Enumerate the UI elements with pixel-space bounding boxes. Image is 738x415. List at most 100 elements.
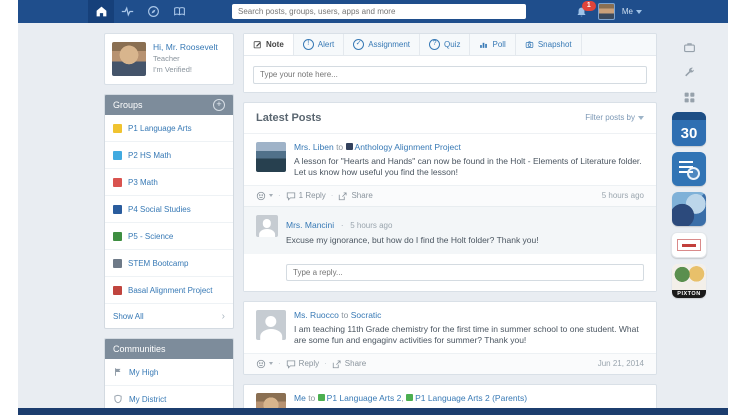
- bottom-edge-strip: [18, 408, 728, 415]
- home-nav-button[interactable]: [88, 0, 114, 23]
- smiley-icon: [256, 359, 266, 369]
- group-color-swatch: [113, 205, 122, 214]
- share-button[interactable]: Share: [332, 359, 366, 369]
- chevron-right-icon: [222, 311, 225, 322]
- reply-author-avatar[interactable]: [256, 215, 278, 237]
- home-icon: [95, 5, 108, 18]
- post-author-avatar[interactable]: [256, 310, 286, 340]
- post-timestamp: 5 hours ago: [602, 191, 644, 200]
- profile-card[interactable]: Hi, Mr. Roosevelt Teacher I'm Verified!: [104, 33, 234, 85]
- briefcase-icon: [683, 41, 696, 54]
- school-flag-icon: [113, 367, 123, 377]
- post: Ms. Ruocco to Socratic I am teaching 11t…: [244, 302, 656, 353]
- post-body: I am teaching 11th Grade chemistry for t…: [294, 324, 644, 347]
- group-color-swatch: [113, 151, 122, 160]
- reply-text-input[interactable]: [286, 264, 644, 281]
- user-avatar[interactable]: [598, 3, 615, 20]
- tab-alert[interactable]: Alert: [294, 34, 344, 55]
- group-item[interactable]: STEM Bootcamp: [105, 250, 233, 277]
- chevron-down-icon: [269, 362, 273, 365]
- reply-author-link[interactable]: Mrs. Mancini: [286, 220, 334, 230]
- community-item-my-high[interactable]: My High: [105, 359, 233, 386]
- post-author-link[interactable]: Mrs. Liben: [294, 142, 334, 152]
- reply-button[interactable]: 1 Reply: [286, 191, 326, 201]
- tab-note[interactable]: Note: [244, 34, 294, 55]
- app-window: 1 Me Hi, Mr. Roosevelt Teacher I'm Verif…: [18, 0, 728, 415]
- primary-nav: [88, 0, 192, 23]
- group-label: P3 Math: [128, 178, 158, 187]
- community-label: My District: [129, 395, 166, 404]
- reaction-button[interactable]: [256, 191, 273, 201]
- top-navbar: 1 Me: [18, 0, 728, 23]
- reaction-button[interactable]: [256, 359, 273, 369]
- quiz-question-icon: [429, 39, 440, 50]
- group-item[interactable]: P1 Language Arts: [105, 115, 233, 142]
- backpack-button[interactable]: [679, 37, 699, 57]
- add-group-button[interactable]: [213, 99, 225, 111]
- book-icon: [173, 5, 186, 18]
- note-pencil-icon: [253, 40, 262, 49]
- post-reply: Mrs. Mancini · 5 hours ago Excuse my ign…: [244, 206, 656, 254]
- group-color-swatch: [113, 232, 122, 241]
- library-nav-button[interactable]: [166, 0, 192, 23]
- settings-button[interactable]: [679, 62, 699, 82]
- shield-icon: [113, 394, 123, 404]
- group-item[interactable]: P2 HS Math: [105, 142, 233, 169]
- note-text-input[interactable]: [253, 66, 647, 84]
- app-tile[interactable]: [671, 232, 707, 258]
- activity-nav-button[interactable]: [114, 0, 140, 23]
- profile-photo: [112, 42, 146, 76]
- discover-nav-button[interactable]: [140, 0, 166, 23]
- activity-pulse-icon: [121, 5, 134, 18]
- user-menu[interactable]: Me: [622, 7, 642, 16]
- group-item[interactable]: P5 - Science: [105, 223, 233, 250]
- reply-timestamp: 5 hours ago: [350, 221, 392, 230]
- reply-button[interactable]: Reply: [286, 359, 319, 369]
- group-item[interactable]: P4 Social Studies: [105, 196, 233, 223]
- group-item[interactable]: Basal Alignment Project: [105, 277, 233, 304]
- show-all-groups-button[interactable]: Show All: [105, 304, 233, 328]
- apps-grid-button[interactable]: [679, 87, 699, 107]
- pixton-characters-art: [672, 264, 706, 290]
- post-target-link[interactable]: P1 Language Arts 2: [327, 393, 402, 403]
- group-color-swatch: [113, 124, 122, 133]
- post-body: A lesson for "Hearts and Hands" can now …: [294, 156, 644, 179]
- post-timestamp: Jun 21, 2014: [598, 359, 644, 368]
- tab-assignment[interactable]: Assignment: [344, 34, 420, 55]
- post-target-link[interactable]: P1 Language Arts 2 (Parents): [415, 393, 527, 403]
- group-label: P2 HS Math: [128, 151, 171, 160]
- post-composer: Note Alert Assignment Quiz: [243, 33, 657, 93]
- notifications-button[interactable]: 1: [575, 4, 591, 20]
- assignment-check-icon: [353, 39, 364, 50]
- communities-title: Communities: [113, 344, 166, 354]
- post-author-link[interactable]: Me: [294, 393, 306, 403]
- planner-app-tile[interactable]: 30: [672, 112, 706, 146]
- filter-posts-dropdown[interactable]: Filter posts by: [585, 113, 644, 122]
- group-item[interactable]: P3 Math: [105, 169, 233, 196]
- post-target-link[interactable]: Anthology Alignment Project: [355, 142, 461, 152]
- tab-snapshot[interactable]: Snapshot: [516, 34, 582, 55]
- communities-panel-header: Communities: [105, 339, 233, 359]
- group-label: P5 - Science: [128, 232, 173, 241]
- groups-panel: Groups P1 Language Arts P2 HS Math: [104, 94, 234, 329]
- tab-poll[interactable]: Poll: [470, 34, 515, 55]
- search-input[interactable]: [232, 7, 526, 16]
- post-target-link[interactable]: Socratic: [351, 310, 382, 320]
- share-button[interactable]: Share: [338, 191, 372, 201]
- post-author-link[interactable]: Ms. Ruocco: [294, 310, 339, 320]
- wrench-icon: [683, 66, 696, 79]
- group-label: Basal Alignment Project: [128, 286, 213, 295]
- groups-title: Groups: [113, 100, 143, 110]
- profile-verified-status: I'm Verified!: [153, 65, 218, 74]
- pixton-app-tile[interactable]: PIXTON: [672, 264, 706, 298]
- main-feed: Note Alert Assignment Quiz: [243, 33, 657, 415]
- post-author-avatar[interactable]: [256, 142, 286, 172]
- smiley-icon: [256, 191, 266, 201]
- post-card: Ms. Ruocco to Socratic I am teaching 11t…: [243, 301, 657, 375]
- game-app-tile[interactable]: [672, 192, 706, 226]
- tab-quiz[interactable]: Quiz: [420, 34, 470, 55]
- group-color-swatch: [406, 394, 413, 401]
- group-color-swatch: [113, 286, 122, 295]
- search-doc-app-tile[interactable]: [672, 152, 706, 186]
- group-color-swatch: [346, 143, 353, 150]
